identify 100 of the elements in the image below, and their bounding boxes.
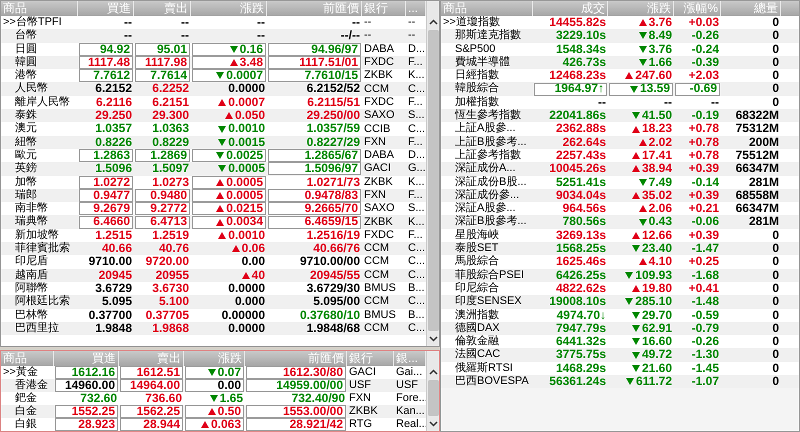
table-cell-text: -1.68 bbox=[690, 268, 720, 282]
table-cell-text: 1468.29s bbox=[554, 362, 607, 375]
item-name[interactable]: 深証成份B股... bbox=[443, 176, 527, 189]
item-name[interactable]: 那斯達克指數 bbox=[443, 29, 521, 43]
item-name[interactable]: 瑞典幣 bbox=[3, 215, 48, 229]
item-name[interactable]: 人民幣 bbox=[3, 82, 48, 96]
item-name[interactable]: 歐元 bbox=[3, 148, 37, 162]
item-name[interactable]: 港幣 bbox=[3, 69, 37, 82]
change-value: 19.80 bbox=[642, 282, 672, 296]
table-cell-text: 0 bbox=[771, 255, 780, 268]
table-cell-text: 3.6729/30 bbox=[306, 282, 361, 296]
scrollbar[interactable] bbox=[426, 1, 439, 346]
item-name[interactable]: 費城半導體 bbox=[443, 56, 510, 70]
item-name[interactable]: 南非幣 bbox=[3, 202, 48, 216]
item-name[interactable]: 紐幣 bbox=[3, 136, 37, 149]
table-cell-text: 426.73s bbox=[562, 56, 607, 70]
item-name[interactable]: 俄羅斯RTSI bbox=[443, 362, 513, 376]
table-cell-text: 5251.41s bbox=[554, 176, 607, 189]
table-cell-text: C... bbox=[407, 82, 426, 96]
change-value: 7.49 bbox=[648, 176, 672, 189]
change-value: 0.0000 bbox=[228, 282, 265, 296]
change-value: 49.72 bbox=[642, 348, 672, 362]
item-name[interactable]: 阿根廷比索 bbox=[3, 295, 70, 309]
table-cell: 1117.51/01 bbox=[268, 56, 361, 70]
change-value: 0.0005 bbox=[226, 176, 263, 189]
item-name[interactable]: 加權指數 bbox=[443, 96, 499, 110]
item-name[interactable]: 英鎊 bbox=[3, 162, 37, 176]
table-cell-text: CCM bbox=[363, 295, 390, 308]
item-name[interactable]: 日圓 bbox=[3, 42, 37, 56]
item-name[interactable]: 日經指數 bbox=[443, 69, 499, 82]
item-name[interactable]: 離岸人民幣 bbox=[3, 96, 70, 110]
column-header: 總量 bbox=[721, 1, 781, 16]
table-cell: 1.5096/97 bbox=[268, 162, 361, 176]
item-name[interactable]: 澳洲指數 bbox=[443, 308, 499, 322]
item-name[interactable]: 越南盾 bbox=[3, 268, 48, 282]
change-value: 13.59 bbox=[640, 82, 670, 96]
item-name[interactable]: 新加坡幣 bbox=[3, 228, 59, 242]
table-cell-text: ZKBK bbox=[363, 69, 394, 82]
change-value: 285.10 bbox=[635, 295, 672, 309]
item-name[interactable]: 白銀 bbox=[3, 418, 37, 432]
item-name[interactable]: 鈀金 bbox=[3, 392, 37, 406]
table-cell-text: 1.2515 bbox=[94, 228, 133, 242]
item-name[interactable]: 澳元 bbox=[3, 122, 37, 136]
item-name[interactable]: 恆生參考指數 bbox=[443, 109, 521, 122]
item-name[interactable]: 上証B股參考... bbox=[443, 136, 527, 149]
item-name[interactable]: 法國CAC bbox=[443, 348, 500, 362]
table-cell-text: --/-- bbox=[340, 29, 361, 42]
table-cell-text: 0 bbox=[771, 56, 780, 70]
item-name[interactable]: 深証A股參... bbox=[443, 202, 516, 216]
item-name[interactable]: 上証A股參... bbox=[443, 122, 516, 136]
item-name[interactable]: 深証成份A... bbox=[443, 162, 516, 176]
table-cell-text: -- bbox=[407, 16, 416, 30]
item-name[interactable]: 印度SENSEX bbox=[443, 295, 522, 309]
item-name[interactable]: 菲律賓批索 bbox=[3, 242, 70, 256]
table-cell: 1.2865/67 bbox=[268, 149, 361, 162]
table-cell-text: 1.5097 bbox=[151, 162, 190, 176]
table-cell: 9.2772 bbox=[135, 202, 190, 216]
table-cell-text: 1.0357/59 bbox=[306, 122, 361, 136]
item-name[interactable]: 泰股SET bbox=[443, 242, 498, 256]
table-cell-text: 56361.24s bbox=[548, 375, 607, 388]
item-name[interactable]: 泰銖 bbox=[3, 109, 37, 122]
item-name[interactable]: 印尼盾 bbox=[3, 255, 48, 269]
item-name[interactable]: 台幣TPFI bbox=[16, 16, 62, 30]
item-name[interactable]: 巴林幣 bbox=[3, 308, 48, 322]
item-name[interactable]: 上証參考指數 bbox=[443, 148, 521, 162]
item-name[interactable]: 台幣 bbox=[3, 29, 37, 43]
item-name[interactable]: 黃金 bbox=[16, 366, 38, 380]
change-value: 611.72 bbox=[636, 375, 672, 388]
item-name[interactable]: 瑞郎 bbox=[3, 188, 37, 202]
change-value: 0.0005 bbox=[228, 162, 265, 176]
item-name[interactable]: 倫敦金融 bbox=[443, 335, 499, 348]
table-cell-text: SAXO bbox=[363, 202, 396, 216]
item-name[interactable]: 韓股綜合 bbox=[443, 82, 499, 96]
item-name[interactable]: 白金 bbox=[3, 404, 37, 418]
item-name[interactable]: 德國DAX bbox=[443, 322, 500, 336]
item-name[interactable]: 阿聯幣 bbox=[3, 282, 48, 296]
item-name[interactable]: 星股海峽 bbox=[443, 228, 499, 242]
item-name[interactable]: 韓圓 bbox=[3, 56, 37, 70]
change-value: 0.07 bbox=[218, 366, 241, 380]
column-header: 漲跌 bbox=[608, 1, 674, 16]
item-name[interactable]: 深証B股參考... bbox=[443, 215, 527, 229]
table-cell-text: 0.37680/10 bbox=[298, 308, 361, 322]
item-name[interactable]: 加幣 bbox=[3, 176, 37, 189]
item-name[interactable]: 巴西里拉 bbox=[3, 322, 59, 336]
table-cell-text: BMUS bbox=[363, 308, 397, 322]
scrollbar[interactable] bbox=[426, 351, 439, 431]
scroll-thumb[interactable] bbox=[428, 30, 438, 331]
item-name[interactable]: 道瓊指數 bbox=[456, 16, 500, 30]
column-header: 商品 bbox=[1, 1, 78, 16]
scroll-thumb[interactable] bbox=[428, 380, 438, 416]
item-name[interactable]: 馬股綜合 bbox=[443, 255, 499, 269]
table-cell-text: CCM bbox=[363, 82, 390, 96]
table-cell-text: +0.41 bbox=[688, 282, 720, 296]
item-name[interactable]: S&P500 bbox=[443, 42, 496, 56]
item-name[interactable]: 巴西BOVESPA bbox=[443, 375, 529, 388]
item-name[interactable]: 深証成份參... bbox=[443, 188, 520, 202]
item-name[interactable]: 香港金 bbox=[3, 378, 48, 392]
table-cell-text: 3.6730 bbox=[151, 282, 190, 296]
item-name[interactable]: 菲股綜合PSEI bbox=[443, 268, 524, 282]
item-name[interactable]: 印尼綜合 bbox=[443, 282, 499, 296]
